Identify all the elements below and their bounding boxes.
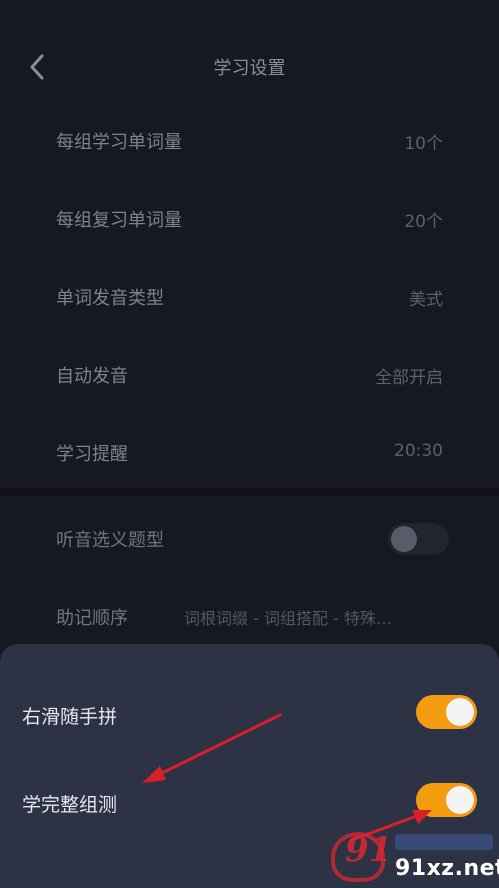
watermark-domain: 91xz.net <box>395 856 499 881</box>
sheet-item-group-test: 学完整组测 <box>0 774 499 830</box>
setting-pronunciation-type[interactable]: 单词发音类型 美式 <box>0 268 499 324</box>
setting-value: 全部开启 <box>375 368 443 388</box>
setting-auto-pronounce[interactable]: 自动发音 全部开启 <box>0 346 499 402</box>
swipe-spell-toggle[interactable] <box>416 695 477 729</box>
group-test-toggle[interactable] <box>416 783 477 817</box>
setting-label: 每组复习单词量 <box>56 210 182 231</box>
toggle-knob <box>446 698 474 726</box>
setting-label: 听音选义题型 <box>56 530 164 551</box>
setting-value: 美式 <box>409 290 443 310</box>
setting-label: 学习提醒 <box>56 444 128 465</box>
setting-value: 10个 <box>404 134 443 154</box>
setting-label: 助记顺序 <box>56 608 128 629</box>
settings-list-secondary: 听音选义题型 助记顺序 词根词缀 - 词组搭配 - 特殊… <box>0 496 499 656</box>
section-divider <box>0 488 499 496</box>
watermark-logo: 91 91xz.net <box>325 826 499 888</box>
toggle-knob <box>391 526 417 552</box>
setting-label: 每组学习单词量 <box>56 132 182 153</box>
setting-value: 20个 <box>404 212 443 232</box>
setting-mnemonic-order[interactable]: 助记顺序 词根词缀 - 词组搭配 - 特殊… <box>0 588 499 644</box>
setting-value: 20:30 <box>394 441 443 461</box>
watermark-banner <box>395 834 493 850</box>
setting-review-words-per-group[interactable]: 每组复习单词量 20个 <box>0 190 499 246</box>
header: 学习设置 <box>0 0 499 100</box>
sheet-item-label: 学完整组测 <box>22 794 118 816</box>
setting-value: 词根词缀 - 词组搭配 - 特殊… <box>184 609 392 628</box>
setting-listening-question-type: 听音选义题型 <box>0 510 499 568</box>
sheet-item-swipe-spell: 右滑随手拼 <box>0 686 499 742</box>
settings-list: 每组学习单词量 10个 每组复习单词量 20个 单词发音类型 美式 自动发音 全… <box>0 100 499 488</box>
toggle-knob <box>446 786 474 814</box>
listening-toggle[interactable] <box>388 523 449 555</box>
setting-label: 自动发音 <box>56 366 128 387</box>
sheet-item-label: 右滑随手拼 <box>22 706 118 728</box>
watermark-emblem-mark: 91 <box>345 830 393 870</box>
setting-study-words-per-group[interactable]: 每组学习单词量 10个 <box>0 112 499 168</box>
setting-study-reminder[interactable]: 学习提醒 20:30 <box>0 424 499 480</box>
page-title: 学习设置 <box>213 58 286 79</box>
setting-label: 单词发音类型 <box>56 288 164 309</box>
